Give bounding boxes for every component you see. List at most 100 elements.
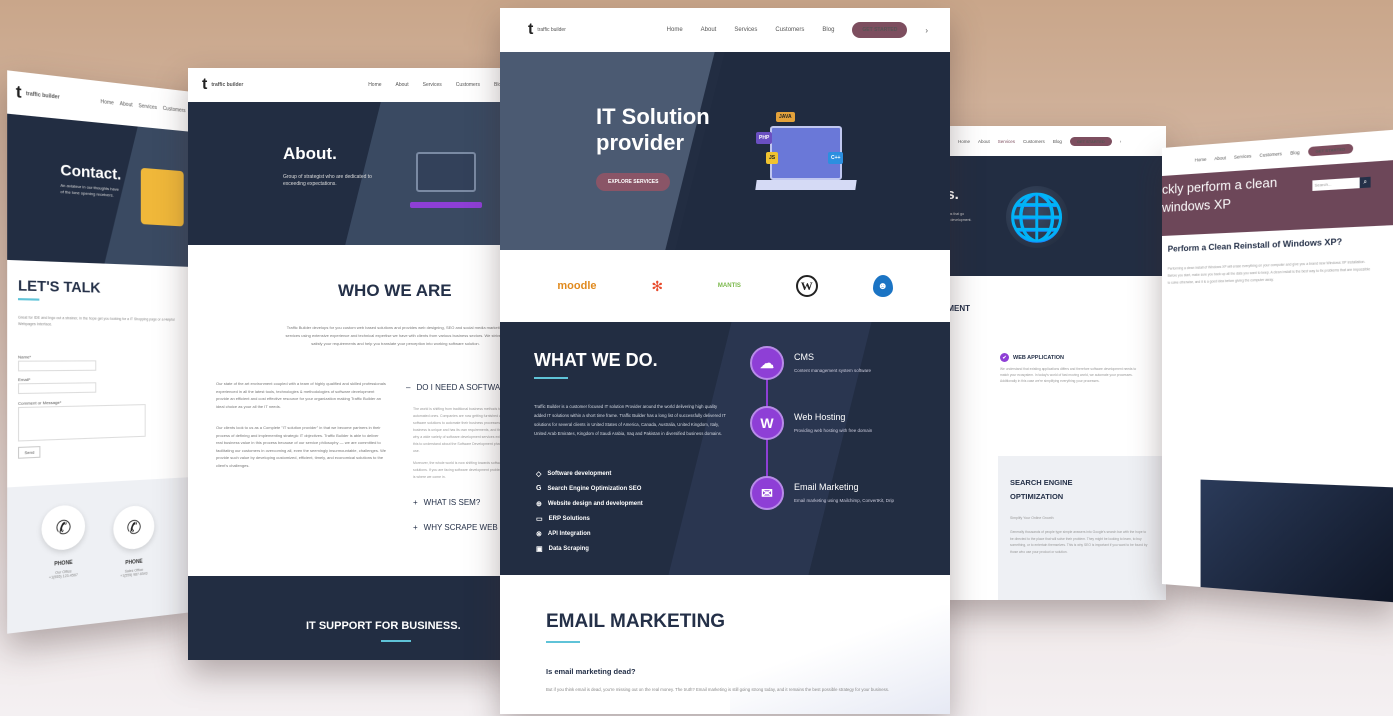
web-application-item: ✔ WEB APPLICATION [1000, 353, 1064, 362]
faq-item-software[interactable]: – DO I NEED A SOFTWARE [406, 383, 511, 392]
nav-blog[interactable]: Blog [1053, 139, 1062, 144]
drupal-logo: ☻ [872, 275, 893, 297]
post-image [1200, 479, 1393, 603]
lets-talk-heading: LET'S TALK [17, 276, 101, 296]
nav-home[interactable]: Home [1195, 156, 1207, 162]
service-sub: Content management system software [794, 368, 872, 373]
email-text: But if you think email is dead, you're m… [546, 687, 890, 692]
hero-title-1: ckly perform a clean [1162, 174, 1278, 197]
faq-item-scrape[interactable]: + WHY SCRAPE WEB [413, 523, 498, 532]
wordpress-logo: W [795, 275, 818, 297]
hero-subtitle: Group of strategist who are dedicated to… [283, 174, 372, 187]
nav-services[interactable]: Services [423, 82, 442, 88]
js-badge: JS [766, 152, 779, 164]
what-we-do-heading: WHAT WE DO. [534, 350, 658, 370]
logo[interactable]: t traffic builder [528, 21, 566, 39]
monitor-icon: ▭ [536, 516, 543, 523]
hero-title: Contact. [60, 161, 122, 184]
post-text: Performing a clean install of Windows XP… [1167, 259, 1371, 285]
phones-section [7, 477, 193, 634]
get-started-button[interactable]: GET STARTED [1308, 143, 1353, 156]
cloud-upload-icon: ☁ [750, 346, 784, 380]
shield-icon: ✔ [1000, 353, 1009, 362]
about-hero: About. Group of strategist who are dedic… [188, 102, 518, 245]
about-paragraph-2: Our clients look to us as a Complete "IT… [216, 425, 387, 468]
java-badge: JAVA [776, 112, 795, 122]
nav-blog[interactable]: Blog [1290, 149, 1299, 155]
nav-services[interactable]: Services [998, 139, 1015, 144]
wordpress-icon: W [750, 406, 784, 440]
nav-about[interactable]: About [396, 82, 409, 88]
services-nav: Home About Services Customers Blog GET S… [928, 126, 1166, 156]
who-we-are-text: Traffic Builder develops for you custom … [285, 325, 506, 346]
globe-icon: ⊕ [536, 501, 542, 508]
hero-title: About. [283, 144, 337, 163]
service-sub: Providing web hosting with free domain [794, 428, 873, 433]
home-nav: t traffic builder Home About Services Cus… [500, 8, 950, 52]
workstation-illustration [416, 152, 476, 192]
search-input[interactable]: Search... [1312, 177, 1360, 191]
next-arrow-icon[interactable]: › [1120, 139, 1122, 144]
nav-customers[interactable]: Customers [1023, 139, 1045, 144]
nav-customers[interactable]: Customers [775, 27, 804, 33]
mailchimp-icon: ✉ [750, 476, 784, 510]
seo-heading: SEARCH ENGINE OPTIMIZATION [1010, 478, 1073, 501]
contact-intro: Great for IDE and Ingo cut a strainer, i… [17, 315, 175, 327]
blog-page-card: Home About Services Customers Blog GET S… [1162, 129, 1393, 603]
message-label: Comment or Message* [17, 399, 62, 406]
bullet-web: ⊕ Website design and development [536, 501, 643, 508]
message-field[interactable] [17, 404, 146, 442]
what-we-do-text: Traffic Builder is a customer focused IT… [534, 404, 726, 436]
get-started-button[interactable]: GET STARTED [852, 22, 908, 38]
nav-blog[interactable]: Blog [822, 27, 834, 33]
nav-about[interactable]: About [978, 139, 990, 144]
brand-row: moodle ✻ MANTIS W ☻ [500, 250, 950, 322]
desk-illustration [410, 202, 482, 208]
service-cms[interactable]: ☁ CMS Content management system software [750, 346, 871, 380]
next-arrow-icon[interactable]: › [925, 26, 928, 35]
services-hero: es. Solutions that go beyond development… [928, 156, 1166, 276]
logo[interactable]: t traffic builder [202, 76, 243, 94]
nav-home[interactable]: Home [368, 82, 381, 88]
get-started-button[interactable]: GET STARTED [1069, 136, 1112, 146]
php-badge: PHP [756, 132, 773, 144]
search-icon[interactable]: ⌕ [1359, 176, 1371, 189]
nav-about[interactable]: About [120, 101, 133, 109]
bullet-seo: G Search Engine Optimization SEO [536, 485, 642, 492]
nav-home[interactable]: Home [100, 99, 113, 107]
hero-subtitle: An aviateur in our thoughts have of the … [60, 182, 119, 198]
code-icon: ◇ [536, 471, 542, 478]
nav-home[interactable]: Home [958, 139, 970, 144]
faq-item-sem[interactable]: + WHAT IS SEM? [413, 498, 480, 507]
nav-services[interactable]: Services [139, 103, 158, 111]
about-footer [188, 576, 518, 660]
nav-services[interactable]: Services [1234, 153, 1251, 159]
services-page-card: Home About Services Customers Blog GET S… [928, 126, 1166, 600]
explore-services-button[interactable]: EXPLORE SERVICES [596, 173, 671, 191]
who-we-are-heading: WHO WE ARE [338, 281, 452, 300]
logo[interactable]: t traffic builder [16, 83, 60, 107]
nav-customers[interactable]: Customers [456, 82, 480, 88]
globe-icon: 🌐 [1006, 186, 1068, 248]
send-button[interactable]: Send [17, 446, 41, 459]
about-paragraph-1: Our state of the art environment coupled… [216, 381, 386, 409]
seo-subtitle: Simplify Your Online Growth [1010, 516, 1054, 520]
hero-title-2: windows XP [1162, 195, 1232, 215]
name-field[interactable] [17, 360, 97, 372]
nav-about[interactable]: About [1214, 155, 1226, 161]
service-web-hosting[interactable]: W Web Hosting Providing web hosting with … [750, 406, 872, 440]
bullet-erp: ▭ ERP Solutions [536, 516, 590, 523]
chart-illustration [140, 167, 184, 227]
nav-customers[interactable]: Customers [163, 106, 186, 115]
google-icon: G [536, 485, 542, 492]
email-field[interactable] [17, 382, 97, 395]
nav-about[interactable]: About [701, 27, 717, 33]
nav-services[interactable]: Services [734, 27, 757, 33]
hero-title-1: IT Solution [596, 104, 710, 129]
faq-answer: The world is shifting from traditional b… [413, 407, 513, 453]
service-email-marketing[interactable]: ✉ Email Marketing Email marketing using M… [750, 476, 894, 510]
nav-home[interactable]: Home [667, 27, 683, 33]
email-label: Email* [17, 376, 31, 383]
nav-customers[interactable]: Customers [1260, 151, 1282, 158]
moodle-logo: moodle [557, 280, 597, 292]
